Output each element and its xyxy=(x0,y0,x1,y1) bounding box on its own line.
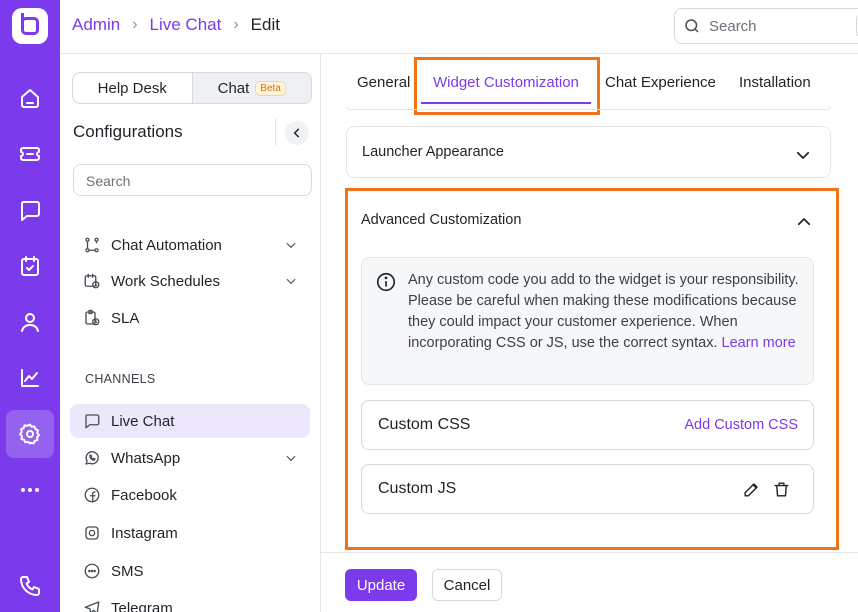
chevron-down-icon xyxy=(286,242,296,249)
sidebar-item-facebook[interactable]: Facebook xyxy=(70,478,310,512)
cancel-button[interactable]: Cancel xyxy=(432,569,502,601)
sidebar-item-label: Chat Automation xyxy=(111,236,222,254)
sidebar-search-input[interactable]: Search xyxy=(73,164,312,196)
form-footer: Update Cancel xyxy=(321,552,858,612)
calendar-check-icon[interactable] xyxy=(6,242,54,290)
sidebar-item-sla[interactable]: SLA xyxy=(70,301,310,335)
beta-badge: Beta xyxy=(255,80,286,96)
divider xyxy=(275,118,276,146)
advanced-highlight-box xyxy=(345,188,839,550)
chevron-down-icon[interactable] xyxy=(794,146,812,164)
sidebar-item-sms[interactable]: SMS xyxy=(70,554,310,588)
configuration-sidebar: Help Desk Chat Beta Configurations Search… xyxy=(60,54,321,612)
sidebar-item-label: SMS xyxy=(111,562,144,580)
telegram-icon xyxy=(84,601,100,612)
ticket-icon[interactable] xyxy=(6,130,54,178)
tab-chat-experience[interactable]: Chat Experience xyxy=(605,74,716,91)
main-content: General Widget Customization Chat Experi… xyxy=(321,54,858,612)
sidebar-item-chat-automation[interactable]: Chat Automation xyxy=(70,228,310,262)
settings-icon[interactable] xyxy=(6,410,54,458)
launcher-appearance-accordion[interactable]: Launcher Appearance xyxy=(346,126,831,178)
app-rail xyxy=(0,0,60,612)
global-search[interactable]: Search / xyxy=(674,8,858,44)
product-toggle: Help Desk Chat Beta xyxy=(72,72,312,104)
sms-icon xyxy=(84,563,100,579)
calendar-clock-icon xyxy=(84,273,100,289)
toggle-chat-label: Chat xyxy=(217,79,250,97)
more-icon[interactable] xyxy=(6,466,54,514)
chevron-down-icon xyxy=(286,278,296,285)
sidebar-item-label: WhatsApp xyxy=(111,449,181,467)
update-button[interactable]: Update xyxy=(345,569,417,601)
tab-general[interactable]: General xyxy=(357,74,410,91)
collapse-sidebar-button[interactable] xyxy=(285,121,309,145)
breadcrumb-current: Edit xyxy=(250,15,280,34)
sidebar-item-live-chat[interactable]: Live Chat xyxy=(70,404,310,438)
breadcrumb-live-chat[interactable]: Live Chat xyxy=(150,15,222,35)
breadcrumb: Admin › Live Chat › Edit xyxy=(72,15,280,35)
app-logo[interactable] xyxy=(12,8,48,44)
whatsapp-icon xyxy=(85,451,99,465)
sidebar-item-work-schedules[interactable]: Work Schedules xyxy=(70,264,310,298)
breadcrumb-separator: › xyxy=(233,16,239,33)
channels-section-label: CHANNELS xyxy=(85,372,156,386)
sidebar-item-label: Live Chat xyxy=(111,412,175,430)
automation-icon xyxy=(85,237,99,253)
chat-icon[interactable] xyxy=(6,186,54,234)
sidebar-item-whatsapp[interactable]: WhatsApp xyxy=(70,441,310,475)
sidebar-item-label: SLA xyxy=(111,309,140,327)
chevron-down-icon xyxy=(286,455,296,462)
phone-icon[interactable] xyxy=(6,562,54,610)
sidebar-item-label: Telegram xyxy=(111,599,173,612)
sidebar-item-label: Instagram xyxy=(111,524,178,542)
logo-icon xyxy=(21,13,39,35)
breadcrumb-admin[interactable]: Admin xyxy=(72,15,120,35)
tab-installation[interactable]: Installation xyxy=(739,74,811,91)
sidebar-item-instagram[interactable]: Instagram xyxy=(70,516,310,550)
chevron-left-icon xyxy=(293,128,300,138)
search-icon xyxy=(685,19,699,33)
configurations-title: Configurations xyxy=(73,122,183,141)
facebook-icon xyxy=(84,487,100,503)
chart-icon[interactable] xyxy=(6,354,54,402)
top-bar: Admin › Live Chat › Edit Search / xyxy=(60,0,858,54)
user-icon[interactable] xyxy=(6,298,54,346)
breadcrumb-separator: › xyxy=(132,16,138,33)
collapsed-card-edge xyxy=(346,106,831,110)
sidebar-item-label: Work Schedules xyxy=(111,272,220,290)
home-icon[interactable] xyxy=(6,74,54,122)
toggle-chat[interactable]: Chat Beta xyxy=(191,73,311,103)
chat-bubble-icon xyxy=(85,414,100,429)
instagram-icon xyxy=(85,526,99,540)
sla-icon xyxy=(85,309,100,326)
toggle-help-desk-label: Help Desk xyxy=(97,79,167,97)
toggle-help-desk[interactable]: Help Desk xyxy=(73,73,192,103)
sidebar-item-telegram[interactable]: Telegram xyxy=(70,591,310,612)
global-search-placeholder: Search xyxy=(709,17,757,35)
launcher-appearance-title: Launcher Appearance xyxy=(362,144,504,160)
sidebar-item-label: Facebook xyxy=(111,486,177,504)
